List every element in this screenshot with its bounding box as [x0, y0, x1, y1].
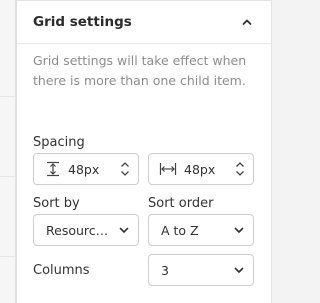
horizontal-spacing-stepper[interactable]: 48px — [148, 153, 254, 185]
columns-select[interactable]: 3 — [148, 254, 254, 286]
canvas-edge — [0, 0, 16, 303]
spacing-label: Spacing — [33, 135, 85, 150]
grid-settings-panel: Grid settings Grid settings will take ef… — [16, 0, 278, 303]
stepper-updown-icon[interactable] — [120, 160, 130, 178]
chevron-down-icon — [233, 224, 245, 236]
horizontal-spacing-icon — [159, 162, 177, 176]
chevron-up-icon[interactable] — [239, 14, 255, 30]
sort-order-label: Sort order — [148, 196, 214, 211]
stepper-updown-icon[interactable] — [235, 160, 245, 178]
sort-by-value: Resourc… — [46, 222, 109, 238]
canvas-edge-right — [271, 0, 282, 303]
vertical-spacing-stepper[interactable]: 48px — [33, 153, 139, 185]
chevron-down-icon — [233, 264, 245, 276]
section-description: Grid settings will take effect when ther… — [33, 53, 247, 88]
chevron-down-icon — [118, 224, 130, 236]
section-title: Grid settings — [33, 14, 132, 30]
columns-label: Columns — [33, 263, 90, 278]
vertical-spacing-value[interactable]: 48px — [68, 162, 99, 177]
sort-order-value: A to Z — [161, 222, 199, 238]
columns-value: 3 — [161, 262, 169, 278]
sort-by-select[interactable]: Resourc… — [33, 214, 139, 246]
sort-by-label: Sort by — [33, 196, 80, 211]
vertical-spacing-icon — [46, 161, 60, 177]
grid-settings-header[interactable]: Grid settings — [17, 1, 271, 44]
sort-order-select[interactable]: A to Z — [148, 214, 254, 246]
horizontal-spacing-value[interactable]: 48px — [184, 162, 215, 177]
